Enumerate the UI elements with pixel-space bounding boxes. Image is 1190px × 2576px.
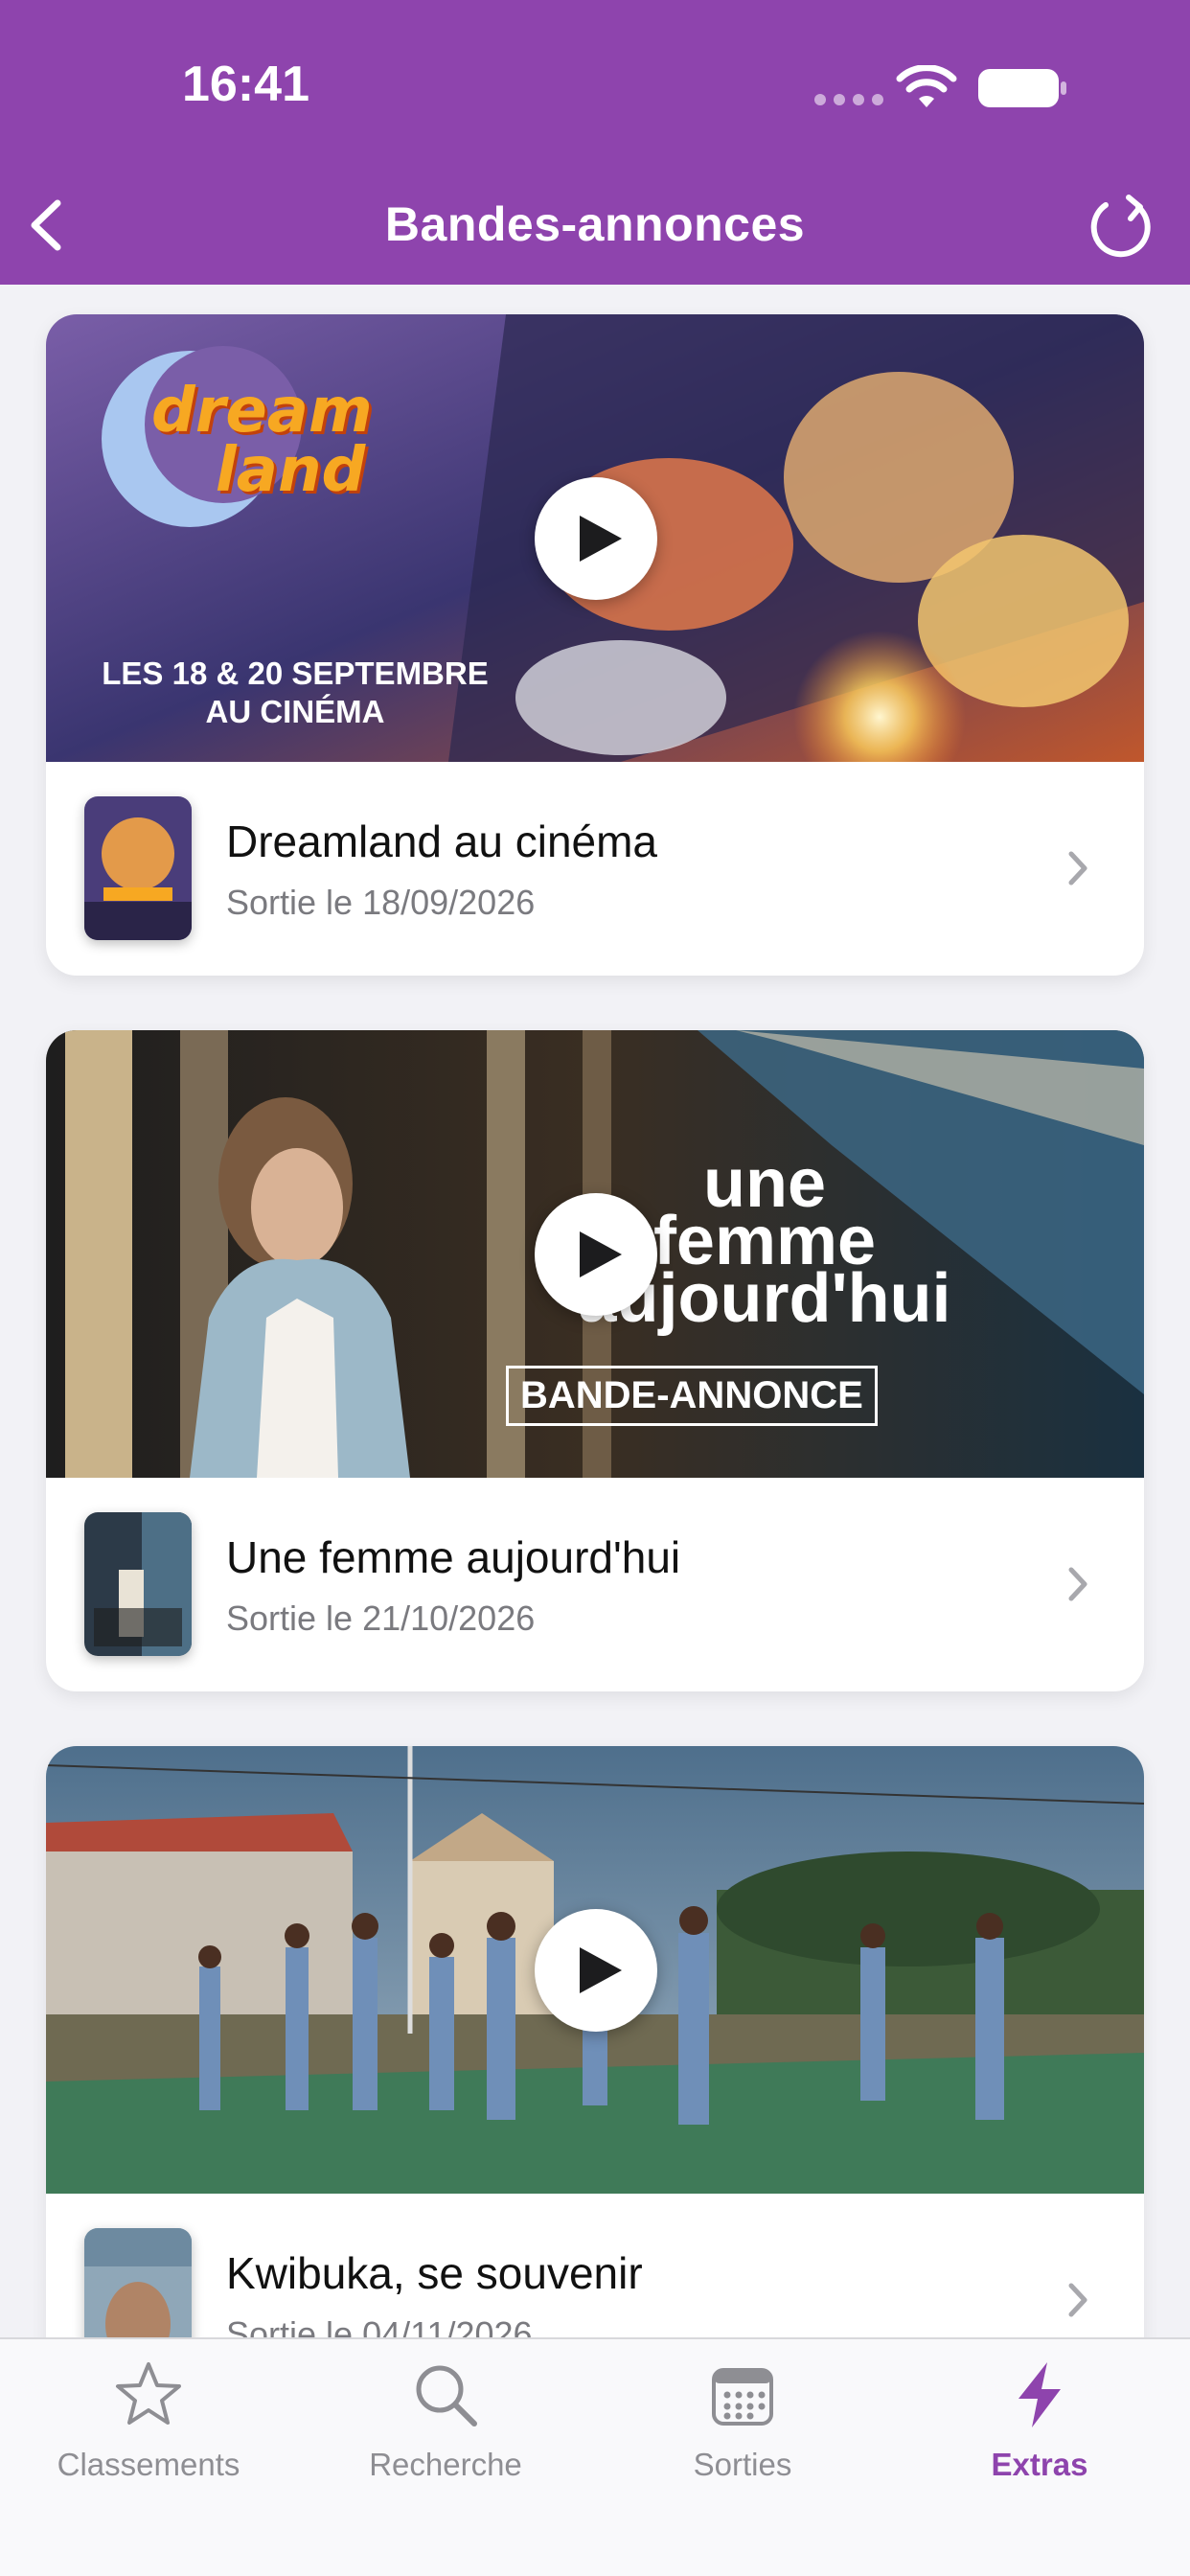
movie-poster — [84, 2228, 192, 2337]
trailer-release-date: Sortie le 04/11/2026 — [226, 2314, 533, 2337]
refresh-icon[interactable] — [1087, 190, 1156, 263]
play-button[interactable] — [535, 1193, 657, 1316]
trailer-info-row[interactable]: Une femme aujourd'hui Sortie le 21/10/20… — [46, 1478, 1144, 1691]
trailer-title: Kwibuka, se souvenir — [226, 2248, 643, 2298]
tab-recherche[interactable]: Recherche — [297, 2358, 594, 2502]
thumbnail-caption: LES 18 & 20 SEPTEMBRE AU CINÉMA — [102, 656, 489, 729]
tab-bar: Classements Recherche Sorties Extras — [0, 2337, 1190, 2576]
search-icon — [416, 2365, 477, 2426]
trailer-info-row[interactable]: Kwibuka, se souvenir Sortie le 04/11/202… — [46, 2194, 1144, 2337]
play-icon — [580, 516, 622, 562]
movie-poster — [84, 1512, 192, 1656]
page-title: Bandes-annonces — [384, 197, 806, 251]
trailer-card[interactable]: dream land LES 18 & 20 SEPTEMBRE AU CINÉ… — [46, 314, 1144, 976]
trailer-card[interactable]: une femme aujourd'hui BANDE-ANNONCE Une fe… — [46, 1030, 1144, 1691]
chevron-right-icon — [1068, 2283, 1087, 2317]
trailer-card[interactable]: Kwibuka, se souvenir Sortie le 04/11/202… — [46, 1746, 1144, 2337]
trailer-thumbnail[interactable] — [46, 1746, 1144, 2194]
trailer-info-row[interactable]: Dreamland au cinéma Sortie le 18/09/2026 — [46, 762, 1144, 976]
tab-label: Extras — [991, 2447, 1088, 2482]
play-button[interactable] — [535, 477, 657, 600]
signal-dots-icon — [814, 94, 883, 105]
chevron-right-icon — [1068, 851, 1087, 886]
tab-label: Sorties — [693, 2447, 792, 2482]
tab-label: Classements — [57, 2447, 240, 2482]
movie-poster — [84, 796, 192, 940]
status-time: 16:41 — [182, 57, 309, 112]
thumbnail-logo-text: dream land — [151, 376, 373, 506]
tab-sorties[interactable]: Sorties — [594, 2358, 891, 2502]
trailer-thumbnail[interactable]: une femme aujourd'hui BANDE-ANNONCE — [46, 1030, 1144, 1478]
tab-label: Recherche — [369, 2447, 522, 2482]
trailer-title: Une femme aujourd'hui — [226, 1532, 681, 1582]
tab-extras[interactable]: Extras — [891, 2358, 1188, 2502]
thumbnail-caption: BANDE-ANNONCE — [506, 1366, 878, 1426]
play-button[interactable] — [535, 1909, 657, 2032]
tab-classements[interactable]: Classements — [0, 2358, 297, 2502]
nav-header: 16:41 Bandes-annonces — [0, 0, 1190, 285]
play-icon — [580, 1231, 622, 1277]
chevron-right-icon — [1068, 1567, 1087, 1601]
trailer-thumbnail[interactable]: dream land LES 18 & 20 SEPTEMBRE AU CINÉ… — [46, 314, 1144, 762]
trailer-list[interactable]: dream land LES 18 & 20 SEPTEMBRE AU CINÉ… — [0, 285, 1190, 2337]
calendar-icon — [712, 2368, 773, 2426]
trailer-title: Dreamland au cinéma — [226, 816, 658, 866]
bolt-icon — [1018, 2362, 1061, 2427]
trailer-release-date: Sortie le 18/09/2026 — [226, 883, 536, 922]
wifi-icon — [896, 65, 957, 107]
play-icon — [580, 1947, 622, 1993]
battery-icon — [978, 69, 1066, 107]
star-icon — [116, 2362, 181, 2425]
trailer-release-date: Sortie le 21/10/2026 — [226, 1598, 536, 1638]
